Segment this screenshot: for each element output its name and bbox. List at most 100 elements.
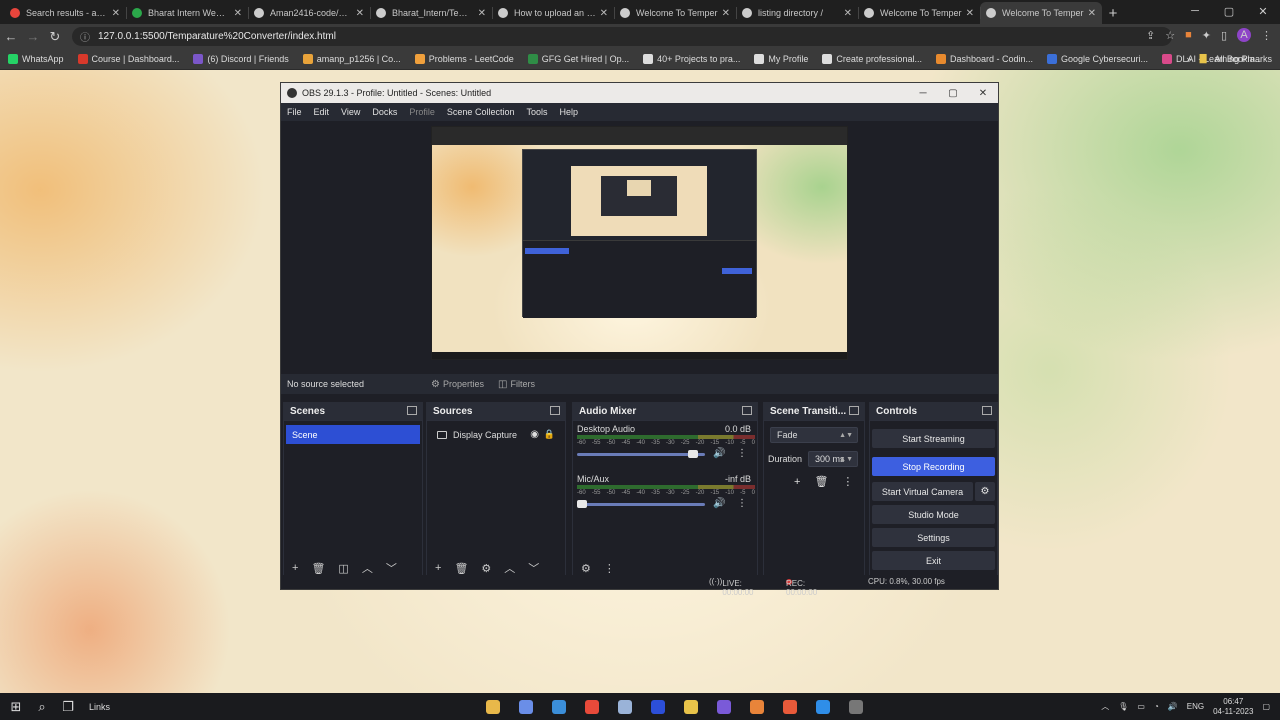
undock-icon[interactable] — [982, 406, 992, 415]
back-icon[interactable]: ← — [0, 29, 22, 44]
bookmark-item[interactable]: Course | Dashboard... — [77, 54, 179, 64]
menu-icon[interactable]: ⋮ — [1261, 29, 1272, 42]
links-toolbar[interactable]: Links — [89, 702, 110, 712]
menu-item-edit[interactable]: Edit — [314, 107, 330, 117]
browser-tab[interactable]: Search results - amar ✕ — [4, 2, 126, 24]
source-list-item[interactable]: Display Capture ◉ 🔒 — [429, 425, 563, 444]
advanced-audio-gear-icon[interactable]: ⚙ — [581, 562, 591, 575]
site-info-icon[interactable]: ⓘ — [80, 29, 90, 44]
filter-icon[interactable]: ◫ — [338, 562, 348, 575]
extension-icon[interactable]: ■ — [1185, 29, 1192, 41]
undock-icon[interactable] — [742, 406, 752, 415]
reload-icon[interactable]: ↻ — [44, 29, 66, 45]
language-indicator[interactable]: ENG — [1187, 702, 1204, 711]
obs-maximize-icon[interactable]: ▢ — [938, 83, 968, 103]
trash-icon[interactable]: 🗑 — [454, 562, 468, 575]
tab-close-icon[interactable]: ✕ — [112, 8, 120, 19]
taskbar-app-icon[interactable] — [740, 693, 773, 720]
speaker-icon[interactable]: 🔊 — [713, 498, 725, 509]
browser-tab[interactable]: Bharat Intern Web De ✕ — [126, 2, 248, 24]
taskbar-app-icon[interactable] — [674, 693, 707, 720]
taskbar-app-icon[interactable] — [476, 693, 509, 720]
stop-recording-button[interactable]: Stop Recording — [872, 457, 995, 476]
bookmark-item[interactable]: (6) Discord | Friends — [193, 54, 289, 64]
virtual-camera-gear-icon[interactable]: ⚙ — [975, 482, 995, 501]
channel-menu-icon[interactable]: ⋮ — [737, 498, 747, 509]
share-icon[interactable]: ⇪ — [1146, 29, 1155, 42]
studio-mode-button[interactable]: Studio Mode — [872, 505, 995, 524]
start-virtual-camera-button[interactable]: Start Virtual Camera — [872, 482, 973, 501]
scene-list-item[interactable]: Scene — [286, 425, 420, 444]
battery-icon[interactable]: ▭ — [1137, 702, 1145, 711]
browser-tab[interactable]: Aman2416-code/Bha ✕ — [248, 2, 370, 24]
clock[interactable]: 06:47 04-11-2023 — [1213, 697, 1253, 717]
preview-canvas[interactable] — [431, 126, 848, 360]
volume-slider[interactable] — [577, 453, 705, 456]
lock-icon[interactable]: 🔒 — [544, 429, 555, 440]
transition-menu-icon[interactable]: ⋮ — [842, 475, 853, 488]
taskbar-app-icon[interactable] — [707, 693, 740, 720]
new-tab-button[interactable]: + — [1102, 2, 1124, 24]
volume-icon[interactable]: 🔊 — [1168, 702, 1178, 711]
menu-item-help[interactable]: Help — [559, 107, 578, 117]
eye-icon[interactable]: ◉ — [530, 429, 539, 440]
obs-close-icon[interactable]: ✕ — [968, 83, 998, 103]
bookmark-item[interactable]: amanp_p1256 | Co... — [302, 54, 401, 64]
taskbar-app-icon[interactable] — [509, 693, 542, 720]
speaker-icon[interactable]: 🔊 — [713, 448, 725, 459]
exit-button[interactable]: Exit — [872, 551, 995, 570]
menu-item-file[interactable]: File — [287, 107, 302, 117]
bookmarks-overflow-icon[interactable]: » — [1187, 54, 1192, 64]
browser-tab[interactable]: Welcome To Temper ✕ — [980, 2, 1102, 24]
menu-item-docks[interactable]: Docks — [372, 107, 397, 117]
puzzle-icon[interactable]: ✦ — [1202, 29, 1211, 42]
taskbar-app-icon[interactable] — [839, 693, 872, 720]
bookmark-item[interactable]: Problems - LeetCode — [414, 54, 514, 64]
url-bar[interactable]: ⓘ 127.0.0.1:5500/Temparature%20Converter… — [72, 27, 1172, 46]
forward-icon[interactable]: → — [22, 29, 44, 44]
chevron-up-icon[interactable]: ︿ — [362, 560, 373, 576]
microphone-icon[interactable]: 🎙 — [1118, 702, 1128, 711]
bookmark-item[interactable]: Create professional... — [822, 54, 922, 64]
notifications-icon[interactable]: ▢ — [1262, 702, 1270, 711]
tab-close-icon[interactable]: ✕ — [722, 8, 730, 19]
volume-slider-handle[interactable] — [577, 500, 587, 508]
chevron-up-icon[interactable]: ︿ — [504, 560, 515, 576]
settings-button[interactable]: Settings — [872, 528, 995, 547]
menu-item-scene-collection[interactable]: Scene Collection — [447, 107, 515, 117]
menu-item-profile[interactable]: Profile — [409, 107, 435, 117]
tab-close-icon[interactable]: ✕ — [234, 8, 242, 19]
bookmark-item[interactable]: WhatsApp — [8, 54, 64, 64]
tab-close-icon[interactable]: ✕ — [356, 8, 364, 19]
browser-tab[interactable]: Welcome To Temper ✕ — [614, 2, 736, 24]
gear-icon[interactable]: ⚙ — [481, 562, 491, 575]
filters-button[interactable]: ◫ Filters — [498, 379, 535, 390]
mixer-menu-icon[interactable]: ⋮ — [604, 562, 615, 575]
tab-close-icon[interactable]: ✕ — [844, 8, 852, 19]
transition-type-select[interactable]: Fade ▲▼ — [770, 427, 858, 443]
browser-tab[interactable]: How to upload an en ✕ — [492, 2, 614, 24]
taskbar-app-icon[interactable] — [773, 693, 806, 720]
bookmark-item[interactable]: My Profile — [754, 54, 808, 64]
channel-menu-icon[interactable]: ⋮ — [737, 448, 747, 459]
trash-icon[interactable]: 🗑 — [311, 562, 325, 575]
browser-tab[interactable]: Bharat_Intern/Tempe ✕ — [370, 2, 492, 24]
taskbar-app-icon[interactable] — [806, 693, 839, 720]
menu-item-tools[interactable]: Tools — [526, 107, 547, 117]
menu-item-view[interactable]: View — [341, 107, 360, 117]
taskbar-app-icon[interactable] — [542, 693, 575, 720]
undock-icon[interactable] — [849, 406, 859, 415]
bookmark-item[interactable]: 40+ Projects to pra... — [643, 54, 740, 64]
side-panel-icon[interactable]: ▯ — [1221, 29, 1227, 42]
add-icon[interactable]: + — [794, 476, 800, 488]
volume-slider-handle[interactable] — [687, 450, 698, 458]
start-streaming-button[interactable]: Start Streaming — [872, 429, 995, 448]
network-icon[interactable]: ◔ — [1154, 702, 1159, 711]
obs-minimize-icon[interactable]: ─ — [908, 83, 938, 103]
tab-close-icon[interactable]: ✕ — [600, 8, 608, 19]
trash-icon[interactable]: 🗑 — [814, 475, 828, 488]
tab-close-icon[interactable]: ✕ — [1088, 8, 1096, 19]
browser-tab[interactable]: listing directory / ✕ — [736, 2, 858, 24]
tab-close-icon[interactable]: ✕ — [478, 8, 486, 19]
bookmark-star-icon[interactable]: ☆ — [1165, 29, 1175, 42]
